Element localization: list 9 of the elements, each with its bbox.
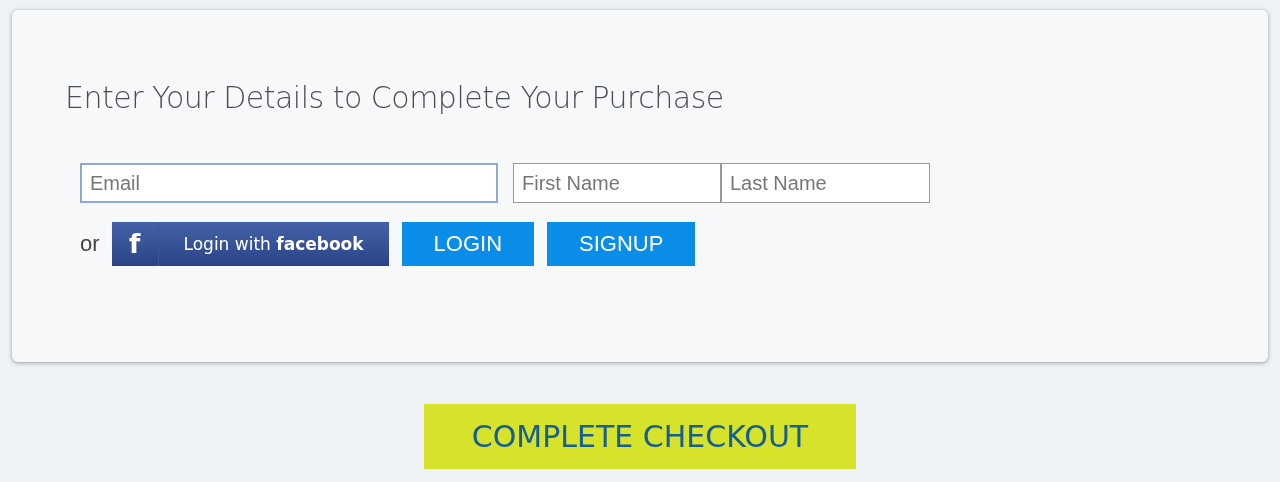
email-field[interactable]: Email [80, 163, 498, 203]
signup-button[interactable]: SIGNUP [547, 222, 696, 266]
checkout-button[interactable]: COMPLETE CHECKOUT [424, 404, 856, 469]
name-field[interactable]: Last Name [721, 163, 930, 203]
login-button[interactable]: LOGIN [401, 222, 535, 266]
facebook-login-button[interactable]: f Login with facebook [111, 222, 389, 266]
name-field[interactable]: First Name [513, 163, 721, 203]
or-label: or [80, 231, 100, 257]
card-title: Enter Your Details to Complete Your Purchase [65, 80, 725, 115]
